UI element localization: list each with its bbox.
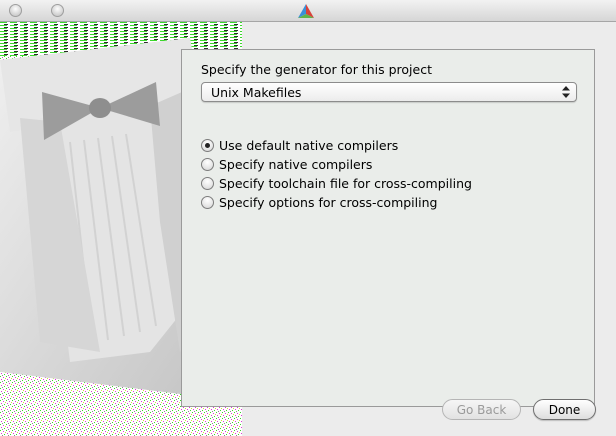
radio-label: Specify toolchain file for cross-compili… bbox=[219, 175, 472, 191]
radio-label: Specify native compilers bbox=[219, 156, 373, 172]
minimize-button[interactable] bbox=[51, 4, 64, 17]
radio-label: Specify options for cross-compiling bbox=[219, 194, 438, 210]
done-button[interactable]: Done bbox=[533, 399, 596, 420]
radio-button[interactable] bbox=[201, 157, 214, 171]
radio-option-toolchain-file[interactable]: Specify toolchain file for cross-compili… bbox=[201, 174, 472, 192]
generator-dropdown[interactable]: Unix Makefiles bbox=[201, 82, 577, 102]
title-bar bbox=[0, 0, 616, 22]
generator-selected-value: Unix Makefiles bbox=[211, 85, 302, 100]
go-back-button[interactable]: Go Back bbox=[442, 399, 521, 420]
radio-label: Use default native compilers bbox=[219, 137, 399, 153]
radio-button-checked[interactable] bbox=[201, 138, 214, 152]
generator-panel: Specify the generator for this project U… bbox=[181, 49, 595, 407]
radio-option-cross-compiling[interactable]: Specify options for cross-compiling bbox=[201, 193, 437, 211]
close-button[interactable] bbox=[9, 4, 22, 17]
radio-option-default-compilers[interactable]: Use default native compilers bbox=[201, 136, 398, 154]
up-down-arrows-icon bbox=[562, 86, 570, 98]
panel-title: Specify the generator for this project bbox=[201, 62, 432, 77]
radio-option-native-compilers[interactable]: Specify native compilers bbox=[201, 155, 372, 173]
radio-button[interactable] bbox=[201, 176, 214, 190]
wizard-content: Specify the generator for this project U… bbox=[0, 22, 616, 436]
cmake-triangle-icon bbox=[298, 4, 314, 18]
radio-button[interactable] bbox=[201, 195, 214, 209]
